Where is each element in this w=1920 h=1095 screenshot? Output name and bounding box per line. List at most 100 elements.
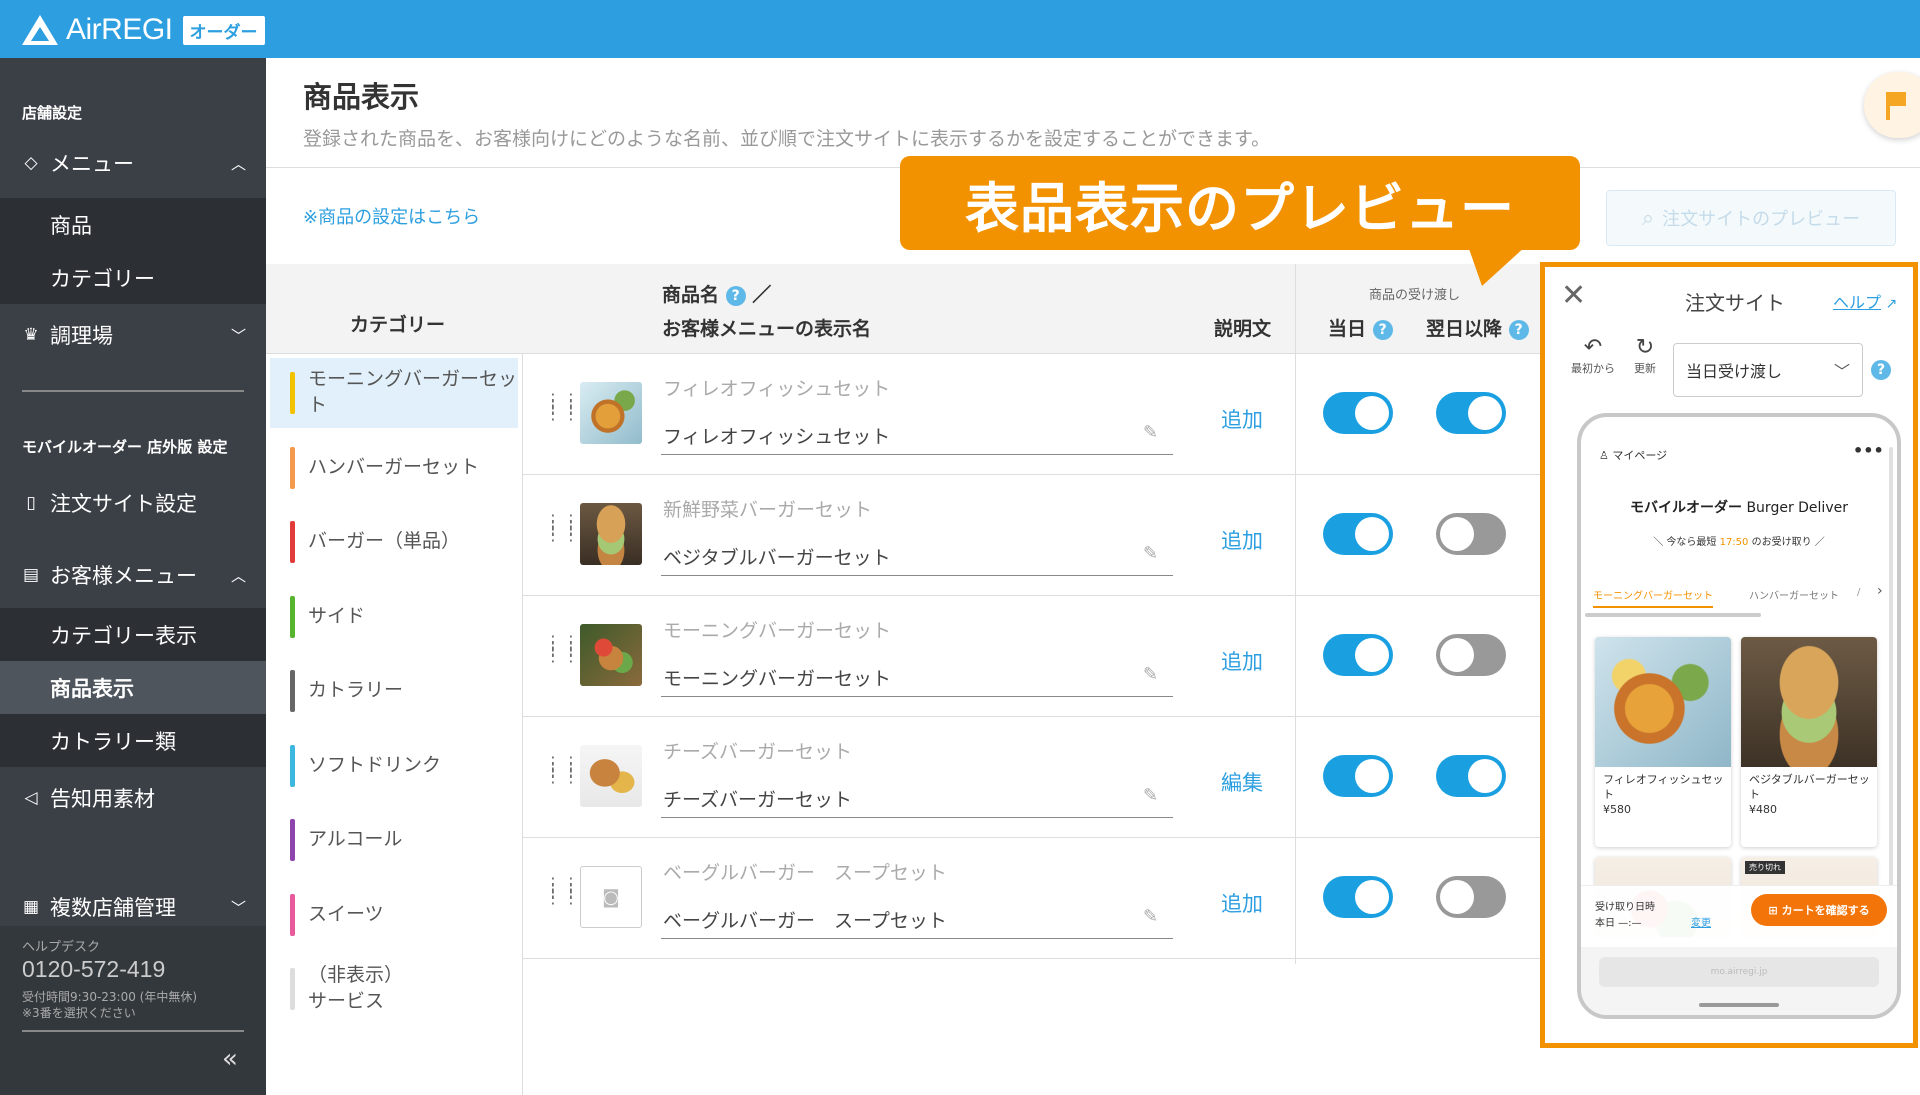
preview-tab-more[interactable]: / xyxy=(1857,587,1860,598)
sidebar-item-multi-store[interactable]: ▦ 複数店舗管理 ﹀ xyxy=(0,882,266,932)
category-label: モーニングバーガーセット xyxy=(308,368,518,416)
preview-tab-morning[interactable]: モーニングバーガーセット xyxy=(1593,587,1713,608)
category-label: アルコール xyxy=(308,828,403,851)
category-item[interactable]: サイド xyxy=(270,582,518,652)
description-action-link[interactable]: 追加 xyxy=(1221,404,1263,434)
category-item[interactable]: ハンバーガーセット xyxy=(270,433,518,503)
toggle-today[interactable] xyxy=(1323,392,1393,434)
preview-item-card[interactable]: フィレオフィッシュセット ¥580 xyxy=(1595,637,1731,847)
sidebar-item-kitchen[interactable]: ♛ 調理場 ﹀ xyxy=(0,310,266,360)
pickup-label: 受け取り日時 xyxy=(1595,902,1655,913)
flag-button[interactable] xyxy=(1864,72,1920,138)
shop-name-en: Burger Deliver xyxy=(1746,500,1848,516)
description-action-link[interactable]: 追加 xyxy=(1221,525,1263,555)
toggle-later[interactable] xyxy=(1436,755,1506,797)
pencil-icon[interactable]: ✎ xyxy=(1143,543,1158,564)
drag-handle-icon[interactable]: ⋮⋮ ⋮⋮ ⋮⋮ xyxy=(545,392,579,448)
drag-handle-icon[interactable]: ⋮⋮ ⋮⋮ ⋮⋮ xyxy=(545,876,579,932)
mypage-link[interactable]: ♙ マイページ xyxy=(1599,447,1667,463)
description-action-link[interactable]: 追加 xyxy=(1221,646,1263,676)
sidebar-item-label: 告知用素材 xyxy=(50,787,155,811)
help-link[interactable]: ヘルプ ↗ xyxy=(1833,289,1897,313)
sidebar-item-promo[interactable]: ◁ 告知用素材 xyxy=(0,773,266,823)
pencil-icon[interactable]: ✎ xyxy=(1143,906,1158,927)
display-name-input[interactable]: ベジタブルバーガーセット xyxy=(663,543,891,570)
toggle-today[interactable] xyxy=(1323,755,1393,797)
refresh-button[interactable]: ↻ 更新 xyxy=(1625,335,1665,376)
category-color-bar xyxy=(290,670,295,712)
product-thumbnail[interactable] xyxy=(580,624,642,686)
sidebar-subitem-products[interactable]: 商品 xyxy=(0,198,266,251)
toggle-knob xyxy=(1355,638,1389,672)
help-icon[interactable]: ? xyxy=(1372,319,1393,340)
collapse-sidebar-icon[interactable]: « xyxy=(222,1044,238,1074)
display-name-input[interactable]: フィレオフィッシュセット xyxy=(663,422,890,449)
pencil-icon[interactable]: ✎ xyxy=(1143,422,1158,443)
reset-button[interactable]: ↶ 最初から xyxy=(1563,335,1623,376)
toggle-knob xyxy=(1355,396,1389,430)
category-item[interactable]: アルコール xyxy=(270,805,518,875)
drag-handle-icon[interactable]: ⋮⋮ ⋮⋮ ⋮⋮ xyxy=(545,513,579,569)
tab-scrollbar[interactable] xyxy=(1585,613,1761,617)
drag-handle-icon[interactable]: ⋮⋮ ⋮⋮ ⋮⋮ xyxy=(545,755,579,811)
helpdesk-phone[interactable]: 0120-572-419 xyxy=(22,956,165,983)
menu-book-icon: ▤ xyxy=(22,565,40,585)
sidebar-item-customer-menu[interactable]: ▤ お客様メニュー ︿ xyxy=(0,550,266,600)
description-action-link[interactable]: 追加 xyxy=(1221,888,1263,918)
sidebar-subitem-cutlery[interactable]: カトラリー類 xyxy=(0,714,266,767)
toggle-today[interactable] xyxy=(1323,634,1393,676)
handover-select[interactable]: 当日受け渡し ﹀ xyxy=(1673,343,1863,397)
description-action-link[interactable]: 編集 xyxy=(1221,767,1263,797)
pencil-icon[interactable]: ✎ xyxy=(1143,664,1158,685)
display-name-input[interactable]: モーニングバーガーセット xyxy=(663,664,891,691)
sidebar-subitem-categories[interactable]: カテゴリー xyxy=(0,251,266,304)
product-thumbnail[interactable] xyxy=(580,503,642,565)
product-thumbnail[interactable] xyxy=(580,745,642,807)
preview-title: 注文サイト xyxy=(1685,291,1785,315)
input-underline xyxy=(661,575,1173,576)
category-label: ソフトドリンク xyxy=(308,753,442,776)
category-item[interactable]: バーガー（単品） xyxy=(270,507,518,577)
category-item[interactable]: （非表示） サービス xyxy=(270,954,518,1024)
url-bar[interactable]: mo.airregi.jp xyxy=(1599,957,1879,987)
drag-handle-icon[interactable]: ⋮⋮ ⋮⋮ ⋮⋮ xyxy=(545,634,579,690)
toggle-later[interactable] xyxy=(1436,634,1506,676)
sidebar-subitem-product-display[interactable]: 商品表示 xyxy=(0,661,266,714)
toggle-later[interactable] xyxy=(1436,876,1506,918)
display-name-input[interactable]: ベーグルバーガー スープセット xyxy=(663,906,947,933)
no-image-placeholder[interactable]: ◙ xyxy=(580,866,642,928)
toggle-today[interactable] xyxy=(1323,876,1393,918)
order-site-preview-button[interactable]: ⌕ 注文サイトのプレビュー xyxy=(1606,190,1896,246)
chevron-right-icon[interactable]: › xyxy=(1877,583,1883,599)
preview-tab-hamburger[interactable]: ハンバーガーセット xyxy=(1749,587,1839,602)
category-item[interactable]: ソフトドリンク xyxy=(270,731,518,801)
product-thumbnail[interactable] xyxy=(580,382,642,444)
phone-scrollbar[interactable] xyxy=(1889,447,1893,947)
category-label: ハンバーガーセット xyxy=(308,455,480,478)
shop-name: モバイルオーダー Burger Deliver xyxy=(1581,497,1897,517)
close-icon[interactable]: ✕ xyxy=(1561,281,1586,311)
sidebar-subitem-category-display[interactable]: カテゴリー表示 xyxy=(0,608,266,661)
preview-item-card[interactable]: ベジタブルバーガーセット ¥480 xyxy=(1741,637,1877,847)
sidebar-item-menu[interactable]: ◇ メニュー ︿ xyxy=(0,138,266,188)
view-cart-button[interactable]: ⊞ カートを確認する xyxy=(1751,894,1887,926)
category-item[interactable]: スイーツ xyxy=(270,880,518,950)
chevron-down-icon: ﹀ xyxy=(1833,362,1850,381)
product-settings-link[interactable]: ※商品の設定はこちら xyxy=(303,203,480,229)
toggle-later[interactable] xyxy=(1436,392,1506,434)
more-icon[interactable]: ••• xyxy=(1853,441,1884,460)
sidebar-item-order-site[interactable]: ▯ 注文サイト設定 xyxy=(0,478,266,528)
pencil-icon[interactable]: ✎ xyxy=(1143,785,1158,806)
sidebar-divider xyxy=(22,390,244,392)
change-link[interactable]: 変更 xyxy=(1691,914,1711,929)
airregi-logo[interactable]: AirREGI オーダー xyxy=(22,10,265,50)
help-icon[interactable]: ? xyxy=(725,285,746,306)
display-name-input[interactable]: チーズバーガーセット xyxy=(663,785,852,812)
category-item[interactable]: カトラリー xyxy=(270,656,518,726)
help-icon[interactable]: ? xyxy=(1508,319,1529,340)
sidebar-divider xyxy=(22,1030,244,1032)
toggle-later[interactable] xyxy=(1436,513,1506,555)
category-item[interactable]: モーニングバーガーセット xyxy=(270,358,518,428)
toggle-today[interactable] xyxy=(1323,513,1393,555)
help-icon[interactable]: ? xyxy=(1871,359,1891,380)
